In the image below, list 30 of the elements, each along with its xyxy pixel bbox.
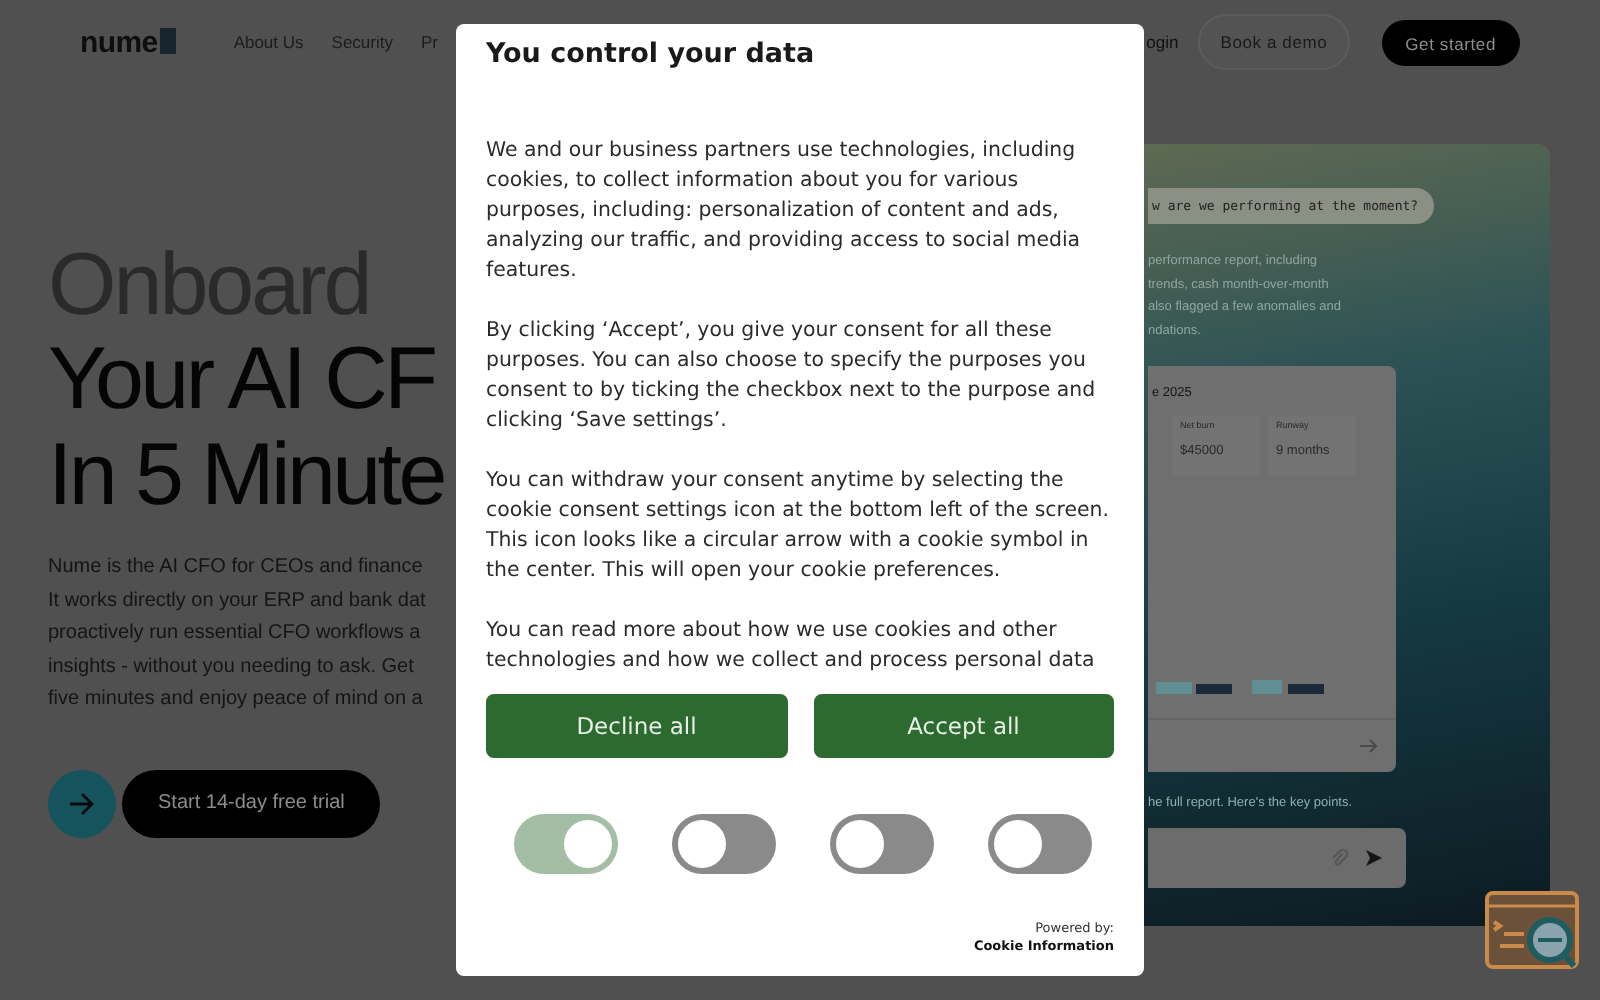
consent-paragraph: We and our business partners use technologies, including cookies, to collect information about you for various purposes, including: personalization of content and ads, analyzing our traffic, and providing access to social media features.: [486, 138, 1083, 286]
consent-paragraph: By clicking ‘Accept’, you give your consent for all these purposes. You can also choose to specify the purposes you consent to by ticking the checkbox next to the purpose and clicking ‘Save settings’.: [486, 318, 1098, 436]
hero-description: five minutes and enjoy peace of mind on a: [48, 686, 425, 714]
accept-all-button[interactable]: Accept all: [813, 694, 1114, 758]
browser-magnifier-icon[interactable]: [1484, 890, 1580, 974]
consent-paragraph: You can read more about how we use cookies and other technologies and how we collect and process personal data: [486, 618, 1097, 676]
hero-description: Nume is the AI CFO for CEOs and finance: [48, 554, 425, 582]
get-started-button[interactable]: Get started: [1381, 19, 1520, 65]
decline-all-button[interactable]: Decline all: [486, 694, 787, 758]
book-demo-button[interactable]: Book a demo: [1198, 14, 1350, 70]
consent-toggle[interactable]: [988, 814, 1092, 874]
free-trial-button[interactable]: Start 14-day free trial: [122, 769, 381, 837]
login-link[interactable]: ogin: [1146, 32, 1179, 52]
send-icon[interactable]: [1364, 848, 1384, 868]
hero-headline: In 5 Minute: [48, 428, 446, 524]
consent-toggle[interactable]: [514, 814, 618, 874]
logo-mark-icon: [159, 27, 176, 53]
hero-description: insights - without you needing to ask. Get: [48, 653, 416, 681]
consent-toggle[interactable]: [672, 814, 776, 874]
hero-description: It works directly on your ERP and bank dat: [48, 587, 428, 615]
hero-headline: Your AI CF: [48, 332, 437, 428]
consent-toggle[interactable]: [830, 814, 934, 874]
arrow-right-icon: [68, 791, 96, 815]
arrow-button[interactable]: [48, 769, 116, 837]
consent-paragraph: You can withdraw your consent anytime by selecting the cookie consent settings icon at the bottom left of the screen. This icon looks like a circular arrow with a cookie symbol in the center. This will open your cookie preferences.: [486, 468, 1111, 586]
chat-input-field[interactable]: [1148, 828, 1406, 888]
arrow-right-icon: [1360, 738, 1380, 754]
dialog-title: You control your data: [486, 36, 817, 72]
hero-description: proactively run essential CFO workflows a: [48, 620, 423, 648]
logo[interactable]: nume: [80, 25, 158, 59]
